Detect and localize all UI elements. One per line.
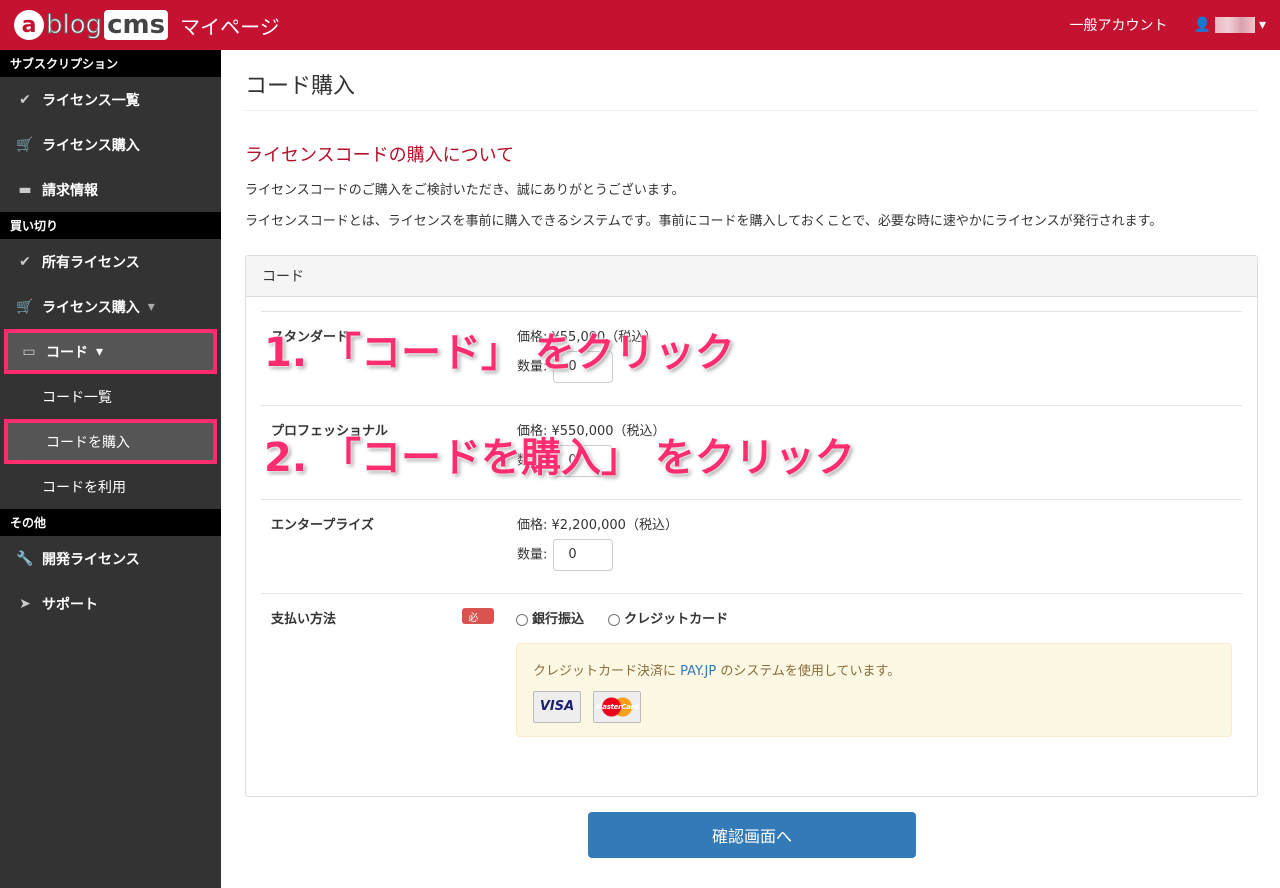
caret-down-icon: ▾ — [147, 298, 155, 315]
mastercard-icon: MasterCard — [593, 691, 641, 723]
sidebar-item-owned-licenses[interactable]: ✔ 所有ライセンス — [0, 239, 221, 284]
annotation-step-2: 2. 「コードを購入」 をクリック — [264, 435, 855, 481]
section-subscription: サブスクリプション — [0, 50, 221, 77]
qty-label: 数量: — [517, 547, 548, 563]
payment-row: 支払い方法 必須 銀行振込 クレジットカード クレジットカード決済に PAY.J… — [261, 593, 1242, 751]
product-name: エンタープライズ — [271, 518, 374, 533]
note-text: クレジットカード決済に — [533, 664, 677, 679]
logo[interactable]: a blog cms — [14, 10, 169, 41]
wrench-icon: 🔧 — [16, 550, 34, 567]
check-circle-icon: ✔ — [19, 91, 31, 108]
quantity-select[interactable]: 0 — [553, 539, 614, 571]
description-text: ライセンスコードとは、ライセンスを事前に購入できるシステムです。事前にコードを購… — [245, 214, 1163, 229]
top-bar: a blog cms マイページ 一般アカウント 👤 ▾ — [0, 0, 1280, 50]
radio-icon — [608, 613, 621, 626]
main-content: コード購入 ライセンスコードの購入について ライセンスコードのご購入をご検討いた… — [245, 50, 1258, 797]
section-buyout: 買い切り — [0, 212, 221, 239]
radio-icon — [516, 613, 528, 626]
caret-down-icon: ▾ — [1258, 17, 1266, 33]
paper-plane-icon: ➤ — [19, 595, 31, 612]
sidebar-subitem-code-purchase[interactable]: コードを購入 — [4, 419, 217, 464]
payment-note: クレジットカード決済に PAY.JP のシステムを使用しています。 VISA Ma… — [516, 643, 1232, 737]
caret-down-icon: ▾ — [96, 343, 104, 360]
sidebar-item-license-list[interactable]: ✔ ライセンス一覧 — [0, 77, 221, 122]
panel-title: コード — [246, 256, 1257, 297]
ticket-icon: ▭ — [22, 343, 36, 360]
user-menu[interactable]: 👤 ▾ — [1194, 17, 1266, 33]
check-circle-icon: ✔ — [19, 253, 31, 270]
sidebar-subitem-code-use[interactable]: コードを利用 — [0, 464, 221, 509]
radio-bank-transfer[interactable]: 銀行振込 — [516, 612, 584, 627]
payjp-link[interactable]: PAY.JP — [680, 664, 716, 679]
sidebar-item-dev-license[interactable]: 🔧 開発ライセンス — [0, 536, 221, 581]
intro-text: ライセンスコードのご購入をご検討いただき、誠にありがとうございます。 — [245, 183, 685, 198]
account-type-link[interactable]: 一般アカウント — [1070, 15, 1168, 35]
visa-icon: VISA — [533, 691, 581, 723]
credit-card-icon: ▬ — [18, 181, 32, 198]
app-title: マイページ — [180, 14, 280, 39]
product-price: 価格: ¥2,200,000（税込） — [517, 518, 678, 533]
sidebar: サブスクリプション ✔ ライセンス一覧 🛒 ライセンス購入 ▬ 請求情報 買い切り ✔… — [0, 50, 221, 888]
section-other: その他 — [0, 509, 221, 536]
required-badge: 必須 — [462, 608, 494, 639]
section-title: ライセンスコードの購入について — [245, 145, 515, 166]
product-row-enterprise: エンタープライズ 価格: ¥2,200,000（税込） 数量: 0 — [261, 499, 1242, 593]
option-label: クレジットカード — [624, 612, 729, 627]
sidebar-item-license-purchase[interactable]: 🛒 ライセンス購入 — [0, 122, 221, 167]
sidebar-item-support[interactable]: ➤ サポート — [0, 581, 221, 626]
confirm-button[interactable]: 確認画面へ — [588, 812, 916, 858]
radio-credit-card[interactable]: クレジットカード — [608, 612, 728, 627]
cart-icon: 🛒 — [16, 298, 34, 315]
option-label: 銀行振込 — [532, 612, 585, 627]
sidebar-item-buyout-purchase[interactable]: 🛒 ライセンス購入 ▾ — [0, 284, 221, 329]
sidebar-item-code[interactable]: ▭ コード ▾ — [4, 329, 217, 374]
username-blurred — [1214, 17, 1255, 33]
note-text: のシステムを使用しています。 — [720, 664, 901, 679]
user-icon: 👤 — [1193, 17, 1211, 33]
annotation-step-1: 1. 「コード」 をクリック — [264, 330, 735, 376]
page-title: コード購入 — [245, 50, 1258, 111]
sidebar-subitem-code-list[interactable]: コード一覧 — [0, 374, 221, 419]
sidebar-item-billing[interactable]: ▬ 請求情報 — [0, 167, 221, 212]
cart-icon: 🛒 — [16, 136, 34, 153]
